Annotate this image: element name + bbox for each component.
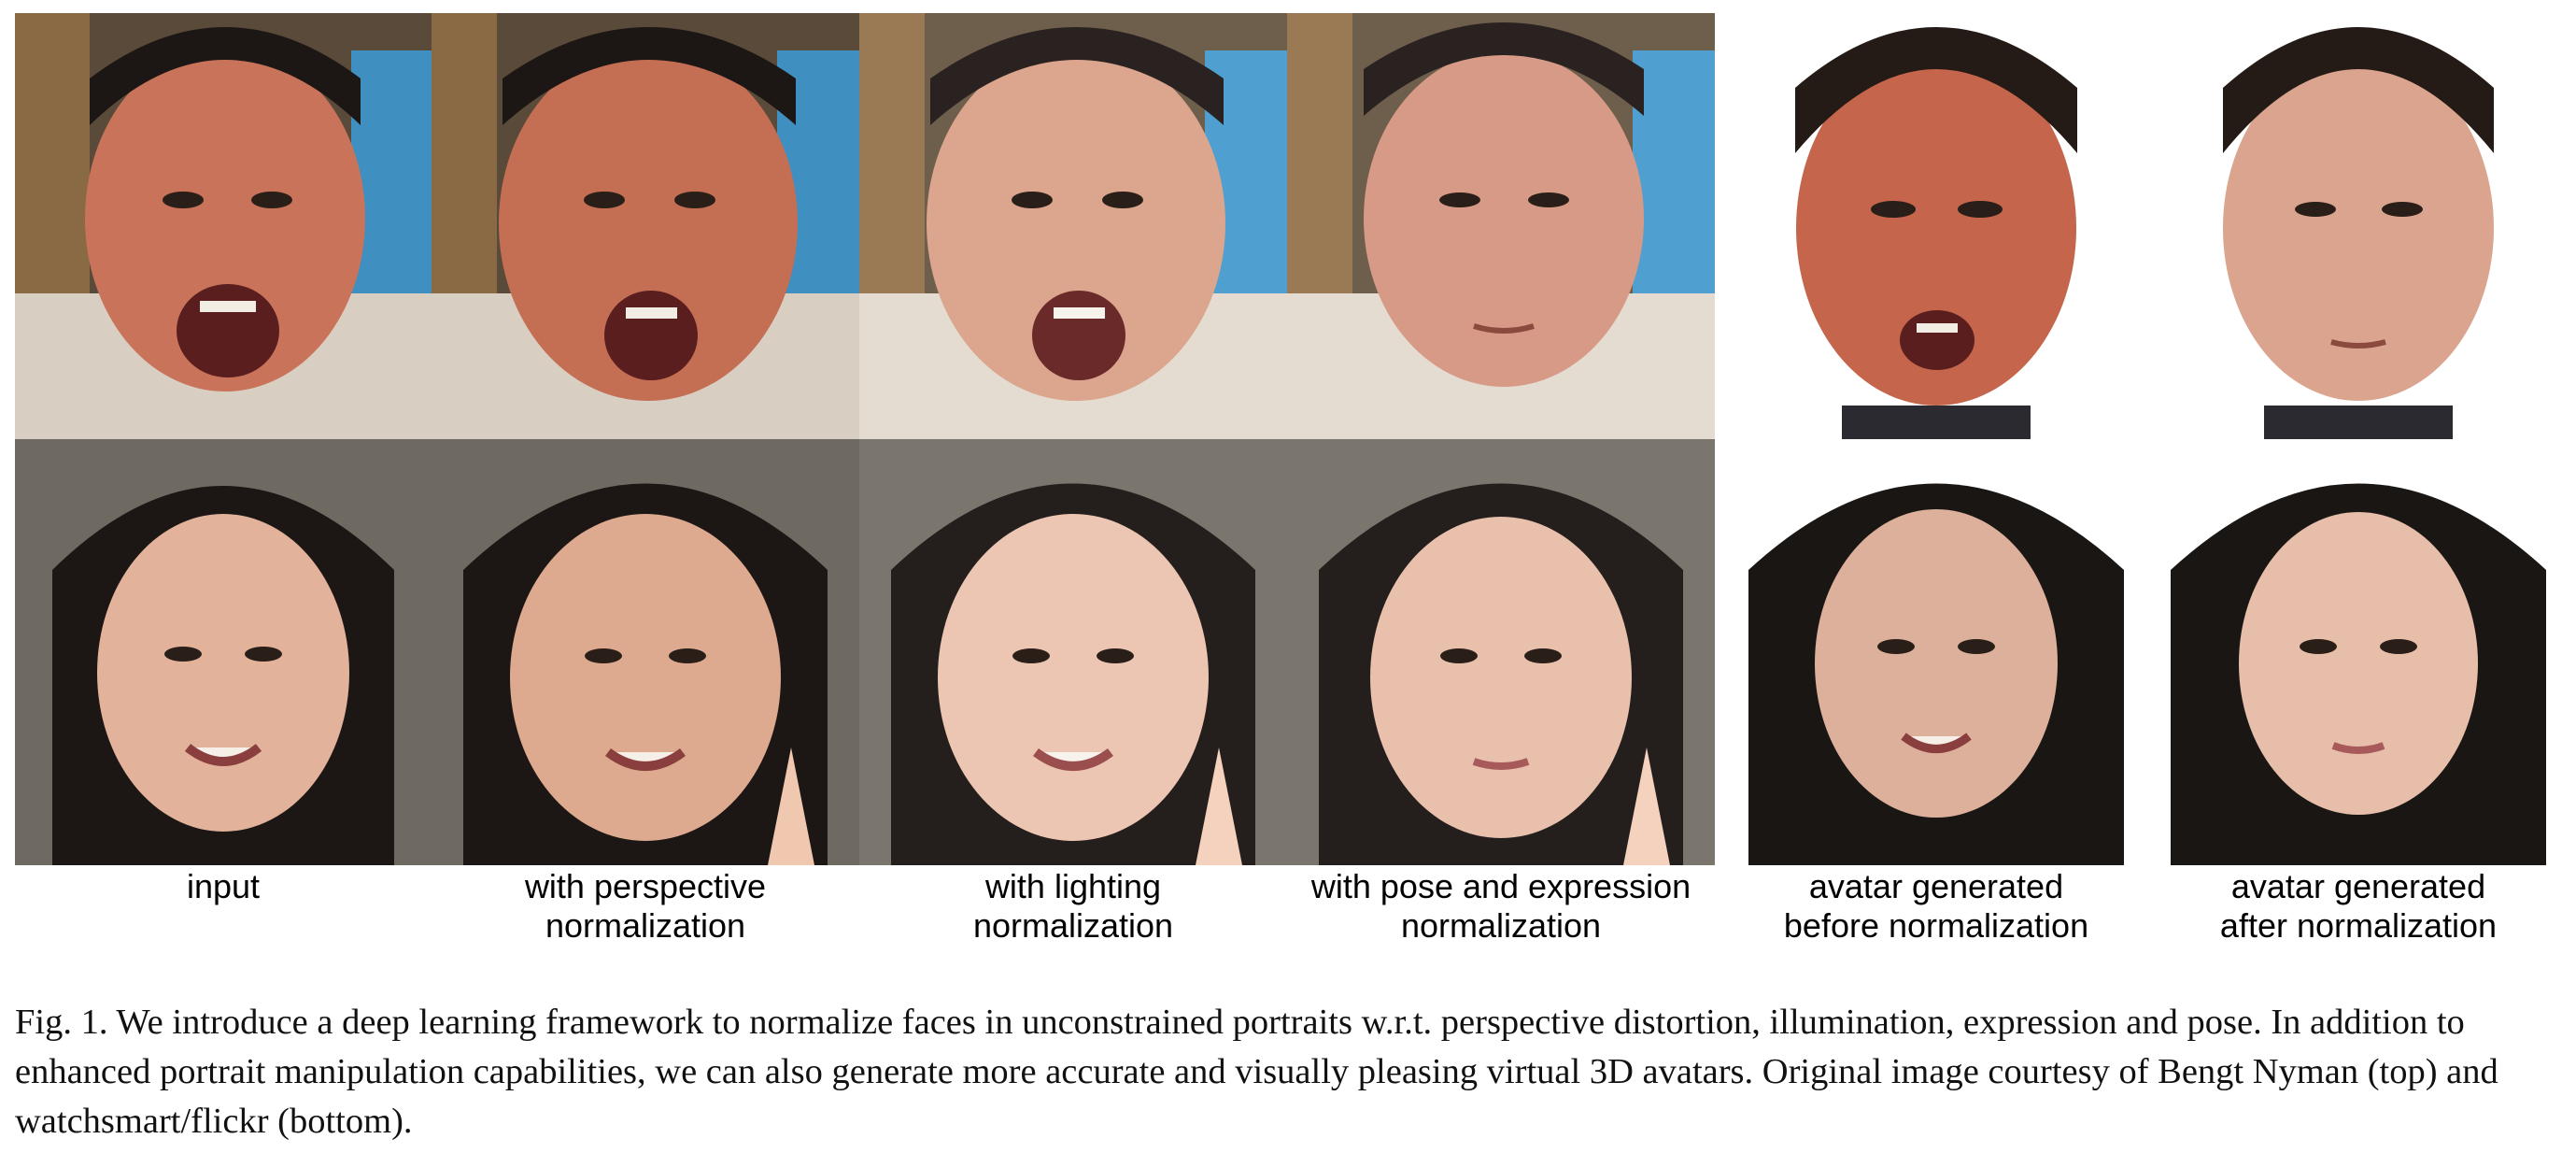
panel-girl-perspective: [432, 439, 859, 865]
figure-panel-grid: [15, 13, 2565, 865]
panel-man-avatar-before: [1730, 13, 2143, 439]
column-label-input: input: [186, 867, 261, 905]
figure-caption: Fig. 1. We introduce a deep learning fra…: [15, 1003, 2498, 1141]
girl-portrait-image: [15, 439, 432, 865]
girl-avatar-render: [1730, 439, 2143, 865]
panel-girl-avatar-before: [1730, 439, 2143, 865]
column-label-avatar-before: avatar generated before normalization: [1783, 867, 2089, 945]
panel-man-perspective: [432, 13, 859, 439]
man-portrait-image: [1287, 13, 1715, 439]
panel-girl-lighting: [859, 439, 1287, 865]
man-portrait-image: [432, 13, 859, 439]
panel-girl-input: [15, 439, 432, 865]
panel-girl-avatar-after: [2152, 439, 2565, 865]
panel-girl-pose-expression: [1287, 439, 1715, 865]
man-avatar-render: [1730, 13, 2143, 439]
girl-portrait-image: [859, 439, 1287, 865]
panel-man-lighting: [859, 13, 1287, 439]
man-portrait-image: [15, 13, 432, 439]
column-label-avatar-after: avatar generated after normalization: [2219, 867, 2498, 945]
girl-avatar-render: [2152, 439, 2565, 865]
column-label-pose-expression: with pose and expression normalization: [1310, 867, 1691, 945]
girl-portrait-image: [432, 439, 859, 865]
man-avatar-render: [2152, 13, 2565, 439]
panel-man-input: [15, 13, 432, 439]
column-label-perspective: with perspective normalization: [524, 867, 767, 945]
girl-portrait-image: [1287, 439, 1715, 865]
panel-man-avatar-after: [2152, 13, 2565, 439]
column-label-lighting: with lighting normalization: [972, 867, 1174, 945]
panel-man-pose-expression: [1287, 13, 1715, 439]
man-portrait-image: [859, 13, 1287, 439]
